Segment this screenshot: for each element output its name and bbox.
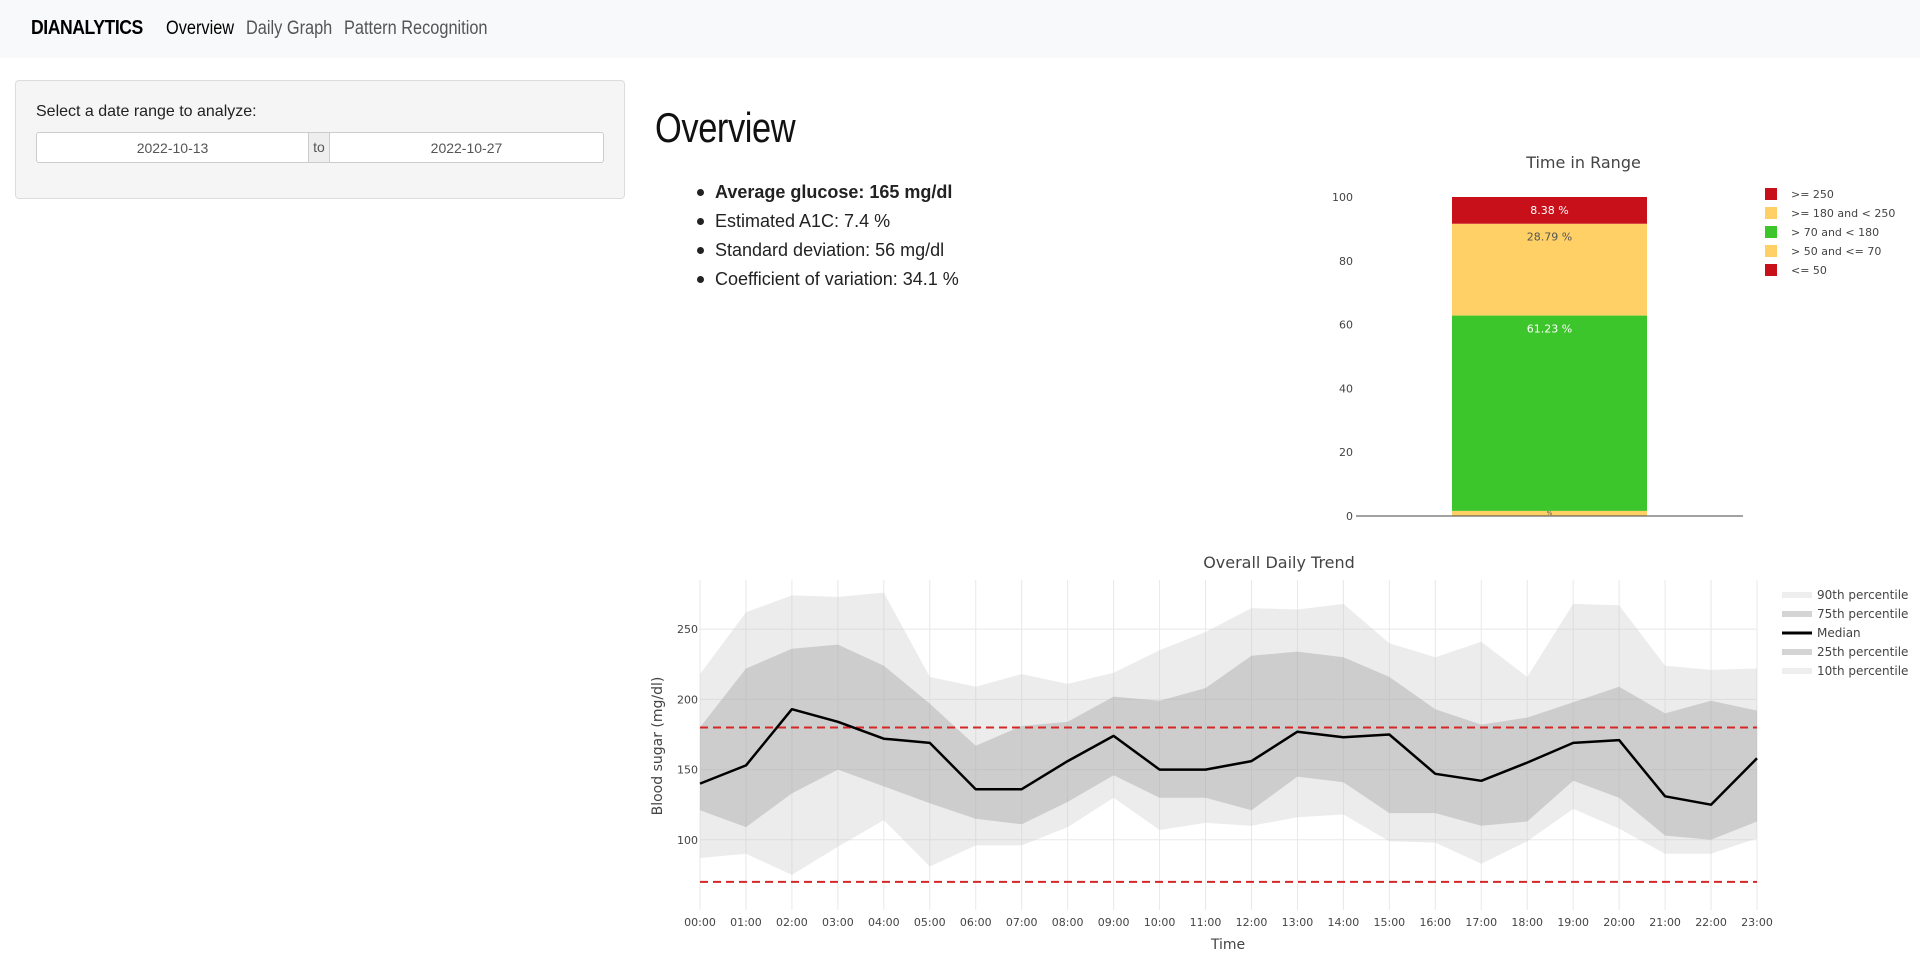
x-tick-label-14: 14:00 (1328, 916, 1360, 929)
y-tick-label-2: 200 (677, 693, 698, 706)
legend-label-1: 75th percentile (1817, 607, 1908, 621)
x-tick-label-17: 17:00 (1465, 916, 1497, 929)
x-tick-label-1: 01:00 (730, 916, 762, 929)
x-tick-label-0: 00:00 (684, 916, 716, 929)
legend-label-2: Median (1817, 626, 1861, 640)
x-tick-label-2: 02:00 (776, 916, 808, 929)
legend-swatch-3 (1782, 649, 1812, 655)
x-tick-label-6: 06:00 (960, 916, 992, 929)
x-tick-label-3: 03:00 (822, 916, 854, 929)
y-axis-label: Blood sugar (mg/dl) (650, 677, 666, 816)
x-tick-label-23: 23:00 (1741, 916, 1773, 929)
x-tick-label-9: 09:00 (1098, 916, 1130, 929)
legend-swatch-4 (1782, 668, 1812, 674)
x-tick-label-22: 22:00 (1695, 916, 1727, 929)
x-axis-label: Time (1210, 937, 1245, 953)
legend-label-4: 10th percentile (1817, 664, 1908, 678)
legend-swatch-0 (1782, 592, 1812, 598)
daily-trend-chart: Overall Daily Trend 00:00 01:00 02:00 03:00 0… (650, 553, 1908, 953)
y-tick-label-0: 100 (677, 834, 698, 847)
x-tick-label-16: 16:00 (1419, 916, 1451, 929)
x-tick-label-4: 04:00 (868, 916, 900, 929)
x-tick-label-11: 11:00 (1190, 916, 1222, 929)
x-tick-label-21: 21:00 (1649, 916, 1681, 929)
x-tick-label-5: 05:00 (914, 916, 946, 929)
legend-swatch-1 (1782, 611, 1812, 617)
legend-label-0: 90th percentile (1817, 588, 1908, 602)
x-tick-label-8: 08:00 (1052, 916, 1084, 929)
x-tick-label-18: 18:00 (1511, 916, 1543, 929)
y-tick-label-3: 250 (677, 623, 698, 636)
x-tick-label-19: 19:00 (1557, 916, 1589, 929)
x-tick-label-15: 15:00 (1373, 916, 1405, 929)
x-tick-label-10: 10:00 (1144, 916, 1176, 929)
x-tick-label-20: 20:00 (1603, 916, 1635, 929)
x-tick-label-13: 13:00 (1282, 916, 1314, 929)
legend-label-3: 25th percentile (1817, 645, 1908, 659)
x-tick-label-12: 12:00 (1236, 916, 1268, 929)
chart-title: Overall Daily Trend (1203, 553, 1355, 572)
x-tick-label-7: 07:00 (1006, 916, 1038, 929)
y-tick-label-1: 150 (677, 764, 698, 777)
